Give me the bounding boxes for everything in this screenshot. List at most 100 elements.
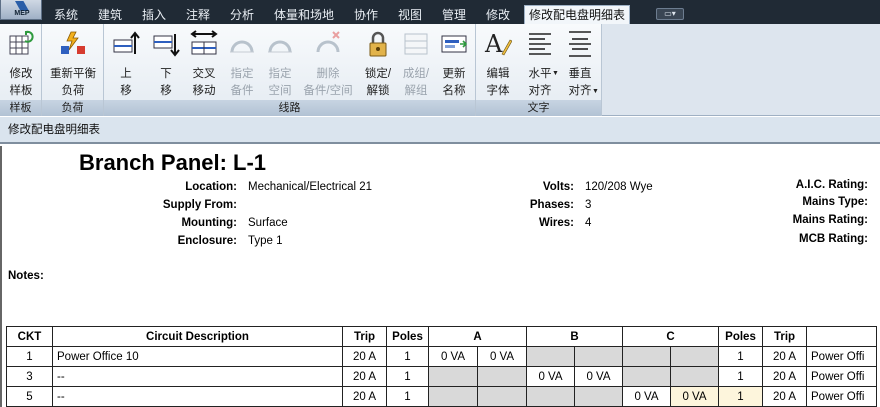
- trip-cell[interactable]: 20 A: [342, 366, 387, 387]
- poles-right-cell[interactable]: 1: [718, 346, 763, 367]
- aic-rating-label: A.I.C. Rating:: [795, 179, 868, 191]
- col-header-ckt[interactable]: CKT: [6, 326, 53, 347]
- col-header-description-right[interactable]: [806, 326, 877, 347]
- col-header-poles[interactable]: Poles: [386, 326, 429, 347]
- ckt-cell[interactable]: 3: [6, 366, 53, 387]
- wires-value[interactable]: 4: [585, 217, 591, 229]
- move-across-icon: [190, 30, 218, 55]
- group-ungroup-button[interactable]: 成组/ 解组: [396, 28, 436, 98]
- poles-right-cell[interactable]: 1: [718, 366, 763, 387]
- modify-template-button[interactable]: 修改 样板: [0, 28, 42, 98]
- move-up-button[interactable]: 上 移: [106, 28, 146, 98]
- col-header-poles-right[interactable]: Poles: [718, 326, 763, 347]
- phase-a-load-cell[interactable]: [477, 386, 527, 407]
- move-up-label: 上 移: [120, 68, 132, 97]
- trip-right-cell[interactable]: 20 A: [762, 346, 807, 367]
- trip-cell[interactable]: 20 A: [342, 346, 387, 367]
- remove-spare-space-button[interactable]: 删除 备件/空间: [300, 28, 356, 98]
- horizontal-align-dropdown[interactable]: 水平 对齐 ▼: [520, 28, 560, 98]
- trip-right-cell[interactable]: 20 A: [762, 366, 807, 387]
- application-menu-button[interactable]: MEP: [0, 0, 42, 20]
- description-right-cell[interactable]: Power Offi: [806, 346, 877, 367]
- move-across-button[interactable]: 交叉 移动: [184, 28, 224, 98]
- enclosure-value[interactable]: Type 1: [248, 235, 283, 247]
- move-down-button[interactable]: 下 移: [146, 28, 186, 98]
- volts-value[interactable]: 120/208 Wye: [585, 181, 653, 193]
- panel-schedule-title[interactable]: Branch Panel: L-1: [79, 150, 266, 176]
- tab-massing-site[interactable]: 体量和场地: [270, 6, 338, 24]
- col-header-trip-right[interactable]: Trip: [762, 326, 807, 347]
- ckt-cell[interactable]: 5: [6, 386, 53, 407]
- panel-title-circuits: 线路: [104, 100, 475, 116]
- phase-b-load-cell[interactable]: [526, 346, 575, 367]
- mounting-value[interactable]: Surface: [248, 217, 288, 229]
- tab-modify[interactable]: 修改: [482, 6, 514, 24]
- poles-cell[interactable]: 1: [386, 366, 429, 387]
- phase-b-load-cell[interactable]: 0 VA: [526, 366, 575, 387]
- tab-architecture[interactable]: 建筑: [94, 6, 126, 24]
- phase-b-load-cell[interactable]: [526, 386, 575, 407]
- phase-a-load-cell[interactable]: [477, 366, 527, 387]
- location-value[interactable]: Mechanical/Electrical 21: [248, 181, 372, 193]
- phase-a-load-cell[interactable]: 0 VA: [428, 346, 478, 367]
- col-header-phase-a[interactable]: A: [428, 326, 527, 347]
- col-header-trip[interactable]: Trip: [342, 326, 387, 347]
- phase-c-load-cell[interactable]: [622, 366, 671, 387]
- col-header-description[interactable]: Circuit Description: [52, 326, 343, 347]
- phase-c-load-cell-selected[interactable]: 0 VA: [670, 386, 719, 407]
- ckt-cell[interactable]: 1: [6, 346, 53, 367]
- trip-cell[interactable]: 20 A: [342, 386, 387, 407]
- poles-right-cell-selected[interactable]: 1: [718, 386, 763, 407]
- assign-spare-button[interactable]: 指定 备件: [222, 28, 262, 98]
- rebalance-loads-button[interactable]: 重新平衡 负荷: [42, 28, 104, 98]
- phase-c-load-cell[interactable]: 0 VA: [622, 386, 671, 407]
- phase-a-load-cell[interactable]: [428, 386, 478, 407]
- tab-manage[interactable]: 管理: [438, 6, 470, 24]
- volts-label: Volts:: [542, 181, 574, 193]
- col-header-phase-c[interactable]: C: [622, 326, 719, 347]
- panel-circuits: 上 移 下 移 交叉 移动 指定 备件 指定 空间 删除 备件/空间 锁定/ 解…: [104, 24, 476, 116]
- table-row[interactable]: 1 Power Office 10 20 A 1 0 VA 0 VA 1 20 …: [6, 346, 877, 367]
- col-header-phase-b[interactable]: B: [526, 326, 623, 347]
- assign-spare-label: 指定 备件: [230, 68, 254, 97]
- phases-label: Phases:: [529, 199, 574, 211]
- tab-view[interactable]: 视图: [394, 6, 426, 24]
- phase-b-load-cell[interactable]: [574, 346, 623, 367]
- poles-cell[interactable]: 1: [386, 346, 429, 367]
- assign-space-button[interactable]: 指定 空间: [260, 28, 300, 98]
- description-cell[interactable]: --: [52, 386, 343, 407]
- modify-template-label: 修改 样板: [9, 68, 33, 97]
- table-row[interactable]: 3 -- 20 A 1 0 VA 0 VA 1 20 A Power Offi: [6, 366, 877, 387]
- update-names-button[interactable]: 更新 名称: [434, 28, 474, 98]
- trip-right-cell[interactable]: 20 A: [762, 386, 807, 407]
- tab-insert[interactable]: 插入: [138, 6, 170, 24]
- edit-font-button[interactable]: A 编辑 字体: [478, 28, 518, 98]
- tab-collaborate[interactable]: 协作: [350, 6, 382, 24]
- vertical-align-dropdown[interactable]: 垂直 对齐 ▼: [560, 28, 600, 98]
- phase-a-load-cell[interactable]: [428, 366, 478, 387]
- lock-unlock-label: 锁定/ 解锁: [364, 68, 392, 97]
- poles-cell[interactable]: 1: [386, 386, 429, 407]
- phase-a-load-cell[interactable]: 0 VA: [477, 346, 527, 367]
- description-right-cell[interactable]: Power Offi: [806, 366, 877, 387]
- lock-unlock-button[interactable]: 锁定/ 解锁: [358, 28, 398, 98]
- tab-annotate[interactable]: 注释: [182, 6, 214, 24]
- phases-value[interactable]: 3: [585, 199, 591, 211]
- tab-analyze[interactable]: 分析: [226, 6, 258, 24]
- description-cell[interactable]: Power Office 10: [52, 346, 343, 367]
- panel-schedule-view[interactable]: Branch Panel: L-1 Location: Mechanical/E…: [0, 146, 880, 407]
- tab-systems[interactable]: 系统: [50, 6, 82, 24]
- description-cell[interactable]: --: [52, 366, 343, 387]
- location-label: Location:: [185, 181, 237, 193]
- table-row[interactable]: 5 -- 20 A 1 0 VA 0 VA 1 20 A Power Offi: [6, 386, 877, 407]
- ribbon-options-dropdown[interactable]: ▭▾: [656, 8, 684, 20]
- tab-modify-panel-schedule[interactable]: 修改配电盘明细表: [524, 5, 631, 24]
- align-left-icon: [529, 33, 551, 55]
- phase-b-load-cell[interactable]: 0 VA: [574, 366, 623, 387]
- phase-b-load-cell[interactable]: [574, 386, 623, 407]
- phase-c-load-cell[interactable]: [670, 346, 719, 367]
- mains-rating-label: Mains Rating:: [792, 214, 868, 226]
- phase-c-load-cell[interactable]: [670, 366, 719, 387]
- description-right-cell[interactable]: Power Offi: [806, 386, 877, 407]
- phase-c-load-cell[interactable]: [622, 346, 671, 367]
